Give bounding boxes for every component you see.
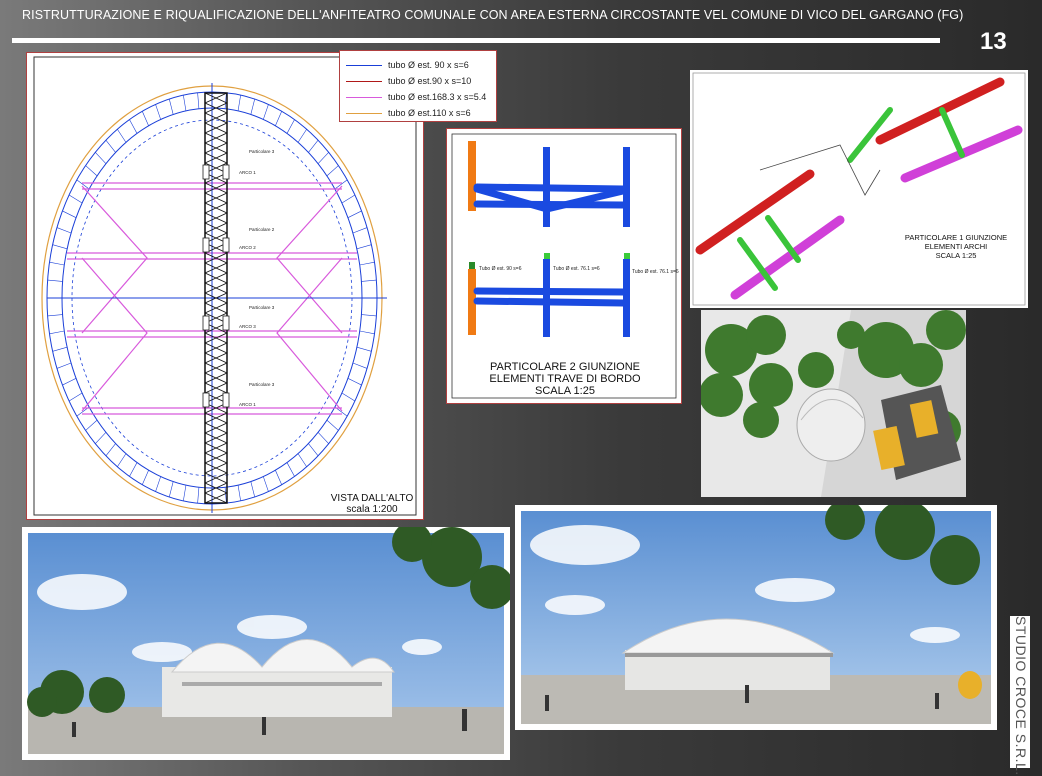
- part-label: Particolare 3: [249, 305, 275, 310]
- arch-label: ARCO 3: [239, 324, 256, 329]
- detail-1-panel: PARTICOLARE 1 GIUNZIONE ELEMENTI ARCHI S…: [690, 70, 1028, 308]
- arch-label: ARCO 1: [239, 170, 256, 175]
- detail-1-caption-title: PARTICOLARE 1 GIUNZIONE: [904, 233, 1008, 242]
- legend-label: tubo Ø est.168.3 x s=5.4: [388, 92, 487, 102]
- legend-item: tubo Ø est.110 x s=6: [346, 105, 496, 121]
- page-number: 13: [980, 28, 1007, 55]
- pipe-legend: tubo Ø est. 90 x s=6 tubo Ø est.90 x s=10…: [339, 50, 497, 122]
- legend-swatch: [346, 96, 382, 98]
- part-label: Particolare 2: [249, 227, 275, 232]
- legend-swatch: [346, 64, 382, 66]
- aerial-render-image: [701, 310, 966, 497]
- legend-label: tubo Ø est. 90 x s=6: [388, 60, 469, 70]
- legend-item: tubo Ø est.168.3 x s=5.4: [346, 89, 496, 105]
- plan-caption-title: VISTA DALL'ALTO: [330, 493, 414, 504]
- studio-label-strip: STUDIO CROCE S.R.L.: [1010, 616, 1030, 776]
- plan-view-drawing: Particolare 3 ARCO 1 Particolare 2 ARCO …: [33, 56, 417, 516]
- plan-caption-scale: scala 1:200: [346, 504, 398, 515]
- tube-label: Tubo Ø est. 90 s=6: [479, 266, 522, 272]
- aerial-render: [701, 310, 966, 497]
- title-underline: [12, 38, 940, 43]
- legend-item: tubo Ø est.90 x s=10: [346, 73, 496, 89]
- render-right-panel: [515, 505, 997, 730]
- legend-label: tubo Ø est.90 x s=10: [388, 76, 472, 86]
- part-label: Particolare 3: [249, 382, 275, 387]
- render-left-image: [27, 527, 510, 754]
- legend-item: tubo Ø est. 90 x s=6: [346, 57, 496, 73]
- detail-1-caption-subtitle: ELEMENTI ARCHI: [924, 242, 988, 251]
- detail-1-drawing: [692, 72, 1026, 306]
- render-right-image: [521, 505, 991, 724]
- render-left-panel: [22, 527, 510, 760]
- detail-1-caption-scale: SCALA 1:25: [935, 251, 977, 260]
- detail-2-caption-title: PARTICOLARE 2 GIUNZIONE: [490, 361, 640, 373]
- detail-2-caption-scale: SCALA 1:25: [535, 385, 595, 397]
- detail-2-panel: Tubo Ø est. 90 s=6 Tubo Ø est. 76.1 s=6 …: [446, 128, 682, 404]
- arch-label: ARCO 1: [239, 402, 256, 407]
- detail-2-caption-subtitle: ELEMENTI TRAVE DI BORDO: [489, 373, 641, 385]
- tube-label: Tubo Ø est. 76.1 s=6: [553, 266, 600, 272]
- plan-view-panel: Particolare 3 ARCO 1 Particolare 2 ARCO …: [26, 52, 424, 520]
- legend-swatch: [346, 80, 382, 82]
- part-label: Particolare 3: [249, 149, 275, 154]
- legend-label: tubo Ø est.110 x s=6: [388, 108, 471, 118]
- legend-swatch: [346, 112, 382, 114]
- page-title: RISTRUTTURAZIONE E RIQUALIFICAZIONE DELL…: [22, 8, 964, 22]
- tube-label: Tubo Ø est. 76.1 s=6: [632, 269, 679, 275]
- arch-label: ARCO 2: [239, 245, 256, 250]
- studio-label: STUDIO CROCE S.R.L.: [1013, 616, 1029, 776]
